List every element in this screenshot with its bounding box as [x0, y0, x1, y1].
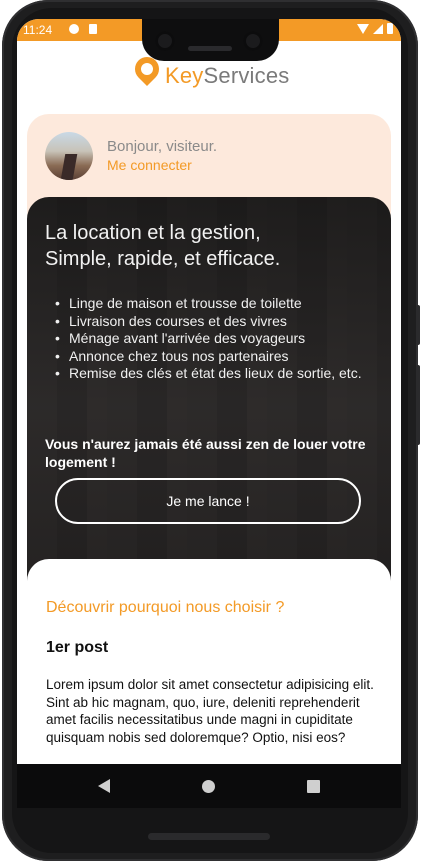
avatar[interactable] [45, 132, 93, 180]
sd-card-icon [89, 24, 97, 34]
post-body: Lorem ipsum dolor sit amet consectetur a… [46, 677, 374, 745]
back-icon[interactable] [98, 779, 110, 793]
feature-item: Annonce chez tous nos partenaires [49, 348, 369, 366]
feature-item: Remise des clés et état des lieux de sor… [49, 365, 369, 383]
front-camera-icon [155, 31, 175, 51]
camera-notch [142, 19, 279, 61]
login-link[interactable]: Me connecter [107, 157, 192, 173]
hero-tagline: Vous n'aurez jamais été aussi zen de lou… [45, 436, 366, 470]
recent-apps-icon[interactable] [307, 779, 320, 793]
hero-card: La location et la gestion, Simple, rapid… [27, 197, 391, 617]
brand-name: KeyServices [165, 63, 289, 89]
status-time: 11:24 [23, 23, 53, 37]
side-button [416, 305, 420, 345]
hero-title: La location et la gestion, Simple, rapid… [45, 220, 375, 272]
battery-icon [387, 23, 393, 34]
greeting-text: Bonjour, visiteur. [107, 138, 218, 155]
feature-item: Ménage avant l'arrivée des voyageurs [49, 330, 369, 348]
get-started-button[interactable]: Je me lance ! [55, 478, 361, 524]
status-icons [357, 23, 393, 34]
app-screen: 11:24 KeyServices Bonjour, visiteur. Me … [17, 19, 401, 764]
feature-list: Linge de maison et trousse de toilette L… [49, 295, 369, 383]
post-title: 1er post [46, 639, 109, 656]
feature-item: Linge de maison et trousse de toilette [49, 295, 369, 313]
notification-icon [69, 24, 79, 34]
app-logo[interactable]: KeyServices [130, 52, 333, 95]
volume-button [416, 365, 420, 445]
home-icon[interactable] [202, 779, 215, 793]
brand-name-part1: Key [165, 63, 204, 88]
brand-name-part2: Services [203, 63, 290, 88]
earpiece-speaker [188, 46, 232, 51]
front-sensor-icon [243, 31, 263, 51]
content-card: Découvrir pourquoi nous choisir ? 1er po… [27, 559, 391, 764]
signal-icon [373, 23, 383, 34]
section-title: Découvrir pourquoi nous choisir ? [46, 599, 285, 616]
bottom-speaker [148, 833, 270, 840]
hero-title-line2: Simple, rapide, et efficace. [45, 248, 281, 270]
feature-item: Livraison des courses et des vivres [49, 313, 369, 331]
system-nav-bar [17, 764, 401, 808]
hero-title-line1: La location et la gestion, [45, 222, 261, 244]
wifi-icon [357, 23, 369, 34]
